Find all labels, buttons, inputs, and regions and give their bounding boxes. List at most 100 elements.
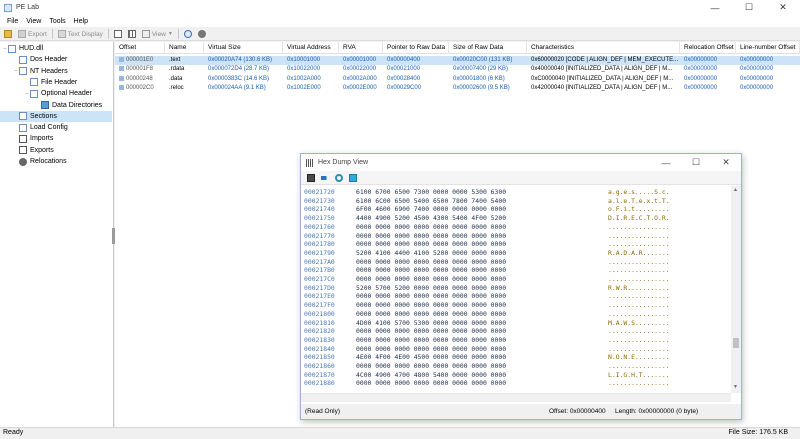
tree-item-label: Data Directories	[52, 101, 103, 109]
refresh-icon[interactable]	[335, 173, 343, 182]
table-cell: 0x00000000	[680, 75, 736, 84]
menu-view[interactable]: View	[22, 18, 45, 25]
table-cell: 000001E0	[115, 56, 165, 65]
table-cell: 0x00028400	[383, 75, 449, 84]
table-cell-text: 0x40000040 [INITIALIZED_DATA | ALIGN_DEF…	[531, 66, 673, 73]
column-header-characteristics[interactable]: Characteristics	[527, 42, 680, 54]
tree-item-exports[interactable]: Exports	[13, 145, 54, 156]
hex-ascii[interactable]: ................	[608, 378, 670, 389]
hex-dump-content[interactable]: 00021720 6100 6700 6500 7300 0000 0000 53…	[301, 186, 731, 393]
save-icon[interactable]	[307, 173, 315, 182]
menu-tools[interactable]: Tools	[45, 18, 69, 25]
hex-grid-icon	[306, 158, 314, 167]
table-cell-text: 0x00000000	[684, 84, 718, 91]
tree-item-relocations[interactable]: Relocations	[13, 156, 67, 167]
table-cell: 0x1002A000	[283, 75, 339, 84]
table-cell: 0x00007400 (29 KB)	[449, 65, 527, 74]
table-cell-text: 0x00029C00	[387, 84, 422, 91]
table-cell-text: 0x00000400	[387, 57, 421, 63]
menu-help[interactable]: Help	[70, 18, 92, 25]
export-button[interactable]: Export	[16, 29, 49, 40]
hex-dump-window: Hex Dump View — ☐ ✕ 00021720 6100 6700 65…	[300, 153, 742, 420]
tree-item-sections[interactable]: Sections	[0, 110, 112, 122]
table-cell: 0x00000000	[680, 84, 736, 93]
column-header-line-number-offset[interactable]: Line-number Offset	[736, 42, 800, 54]
table-row[interactable]: 000002C0 .reloc 0x000024AA (9.1 KB) 0x1002E…	[115, 84, 800, 93]
table-cell: 0x000072D4 (28.7 KB)	[204, 65, 283, 74]
column-header-size-of-raw-data[interactable]: Size of Raw Data	[449, 42, 527, 54]
table-row[interactable]: 000001E0 .text 0x00020A74 (130.6 KB) 0x1000…	[115, 56, 800, 65]
tree-item-data-directories[interactable]: Data Directories	[35, 100, 102, 111]
table-row[interactable]: 00000248 .data 0x0000383C (14.6 KB) 0x1002A…	[115, 75, 800, 84]
column-header-relocation-offset[interactable]: Relocation Offset	[680, 42, 736, 54]
table-cell-text: 000001E0	[126, 57, 154, 63]
file-size-status: File Size: 176.5 KB	[728, 429, 788, 436]
table-cell: 0x00000000	[736, 75, 800, 84]
view-icon	[141, 30, 150, 38]
menu-file[interactable]: File	[3, 18, 22, 25]
scroll-down-icon[interactable]: ▼	[733, 384, 738, 390]
page-icon	[8, 44, 16, 53]
hex-row[interactable]: 00021880 0000 0000 0000 0000 0000 0000 00…	[304, 378, 729, 389]
tree-item-label: Imports	[30, 135, 54, 143]
table-cell-text: 0x00020C00 (131 KB)	[453, 57, 513, 63]
hex-toolbar	[301, 171, 741, 185]
column-header-virtual-address[interactable]: Virtual Address	[283, 42, 339, 54]
table-cell-text: 0x00001000	[343, 57, 377, 63]
close-button[interactable]: ✕	[766, 0, 800, 15]
layout-button[interactable]	[112, 29, 126, 40]
tree-item-load-config[interactable]: Load Config	[13, 122, 68, 133]
hex-close-button[interactable]: ✕	[711, 154, 741, 171]
gear-icon	[19, 157, 27, 166]
table-cell: .data	[165, 75, 204, 84]
hex-minimize-button[interactable]: —	[651, 154, 681, 171]
table-cell: 0x00000000	[736, 84, 800, 93]
table-cell-text: .rdata	[169, 66, 185, 73]
table-cell-text: 0x00020A74 (130.6 KB)	[208, 57, 273, 63]
hex-vertical-scrollbar[interactable]: ▲ ▼	[731, 186, 741, 393]
scroll-thumb[interactable]	[733, 338, 739, 348]
view-dropdown[interactable]: View ▼	[140, 29, 175, 40]
info-icon[interactable]	[349, 173, 357, 182]
goto-arrow-icon[interactable]	[321, 175, 329, 180]
column-header-name[interactable]: Name	[165, 42, 204, 54]
tree-item-hud-dll[interactable]: − HUD.dll	[2, 43, 43, 54]
table-cell: 0x00000000	[680, 65, 736, 74]
scroll-up-icon[interactable]: ▲	[733, 187, 738, 193]
section-icon	[119, 75, 124, 81]
tree-item-file-header[interactable]: File Header	[24, 77, 77, 88]
column-header-pointer-to-raw-data[interactable]: Pointer to Raw Data	[383, 42, 449, 54]
text-display-button[interactable]: Text Display	[56, 29, 105, 40]
table-cell-text: 0x00002600 (9.5 KB)	[453, 84, 510, 91]
table-row[interactable]: 000001F8 .rdata 0x000072D4 (28.7 KB) 0x1002…	[115, 65, 800, 74]
tree-item-dos-header[interactable]: Dos Header	[13, 54, 67, 65]
column-header-rva[interactable]: RVA	[339, 42, 383, 54]
maximize-button[interactable]: ☐	[732, 0, 766, 15]
hex-horizontal-scrollbar[interactable]	[301, 393, 731, 402]
table-cell-text: 0x1002E000	[287, 84, 321, 91]
table-cell: .text	[165, 56, 204, 65]
settings-button[interactable]	[196, 29, 210, 40]
tree-item-optional-header[interactable]: − Optional Header	[24, 88, 92, 99]
minimize-button[interactable]: —	[698, 0, 732, 15]
table-cell: 0x00001000	[339, 56, 383, 65]
table-cell-text: 0x42000040 [INITIALIZED_DATA | ALIGN_DEF…	[531, 84, 673, 91]
column-header-virtual-size[interactable]: Virtual Size	[204, 42, 283, 54]
table-cell-text: 0x00000000	[740, 66, 774, 73]
table-cell-text: 0x00000000	[740, 84, 774, 91]
hex-maximize-button[interactable]: ☐	[681, 154, 711, 171]
menu-bar: File View Tools Help	[0, 15, 800, 27]
search-button[interactable]	[182, 29, 196, 40]
open-button[interactable]	[2, 29, 16, 40]
table-cell: 0x00000400	[383, 56, 449, 65]
table-cell: 000001F8	[115, 65, 165, 74]
import-icon	[19, 134, 27, 143]
hex-bytes[interactable]: 0000 0000 0000 0000 0000 0000 0000 0000	[356, 378, 506, 389]
tree-item-nt-headers[interactable]: − NT Headers	[13, 66, 68, 77]
table-cell: 0x10001000	[283, 56, 339, 65]
columns-button[interactable]	[126, 29, 140, 40]
page-icon	[19, 112, 27, 121]
tree-item-imports[interactable]: Imports	[13, 133, 53, 144]
text-display-label: Text Display	[67, 30, 103, 38]
column-header-offset[interactable]: Offset	[115, 42, 165, 54]
